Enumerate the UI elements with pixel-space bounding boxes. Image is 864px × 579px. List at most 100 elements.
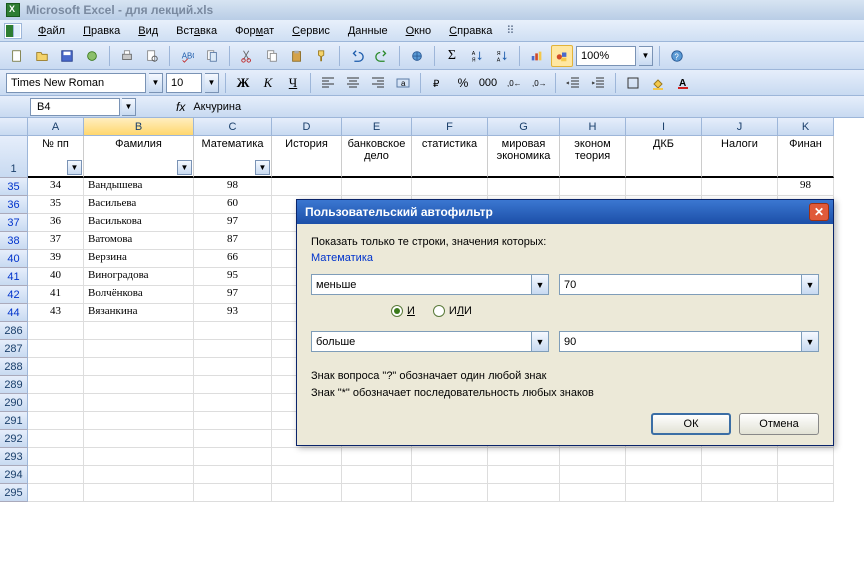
borders-button[interactable] [622,73,644,93]
cell[interactable] [28,376,84,394]
cell[interactable] [272,484,342,502]
condition2-value-input[interactable]: 90▼ [559,331,819,352]
increase-decimal-button[interactable]: ,0← [502,73,524,93]
cell[interactable]: Ватомова [84,232,194,250]
filter-button-C[interactable]: ▼ [255,160,270,175]
currency-button[interactable]: ₽ [427,73,449,93]
cell[interactable] [626,466,702,484]
cell[interactable] [194,394,272,412]
cell[interactable] [84,358,194,376]
cell[interactable] [28,430,84,448]
cell[interactable] [488,466,560,484]
comma-button[interactable]: 000 [477,73,499,93]
row-header[interactable]: 286 [0,322,28,340]
row-header[interactable]: 36 [0,196,28,214]
menu-view[interactable]: Вид [130,23,166,39]
zoom-input[interactable]: 100% [576,46,636,66]
row-header[interactable]: 291 [0,412,28,430]
cell[interactable]: 36 [28,214,84,232]
dialog-titlebar[interactable]: Пользовательский автофильтр ✕ [297,200,833,224]
col-header-J[interactable]: J [702,118,778,136]
select-all-corner[interactable] [0,118,28,136]
cell[interactable] [28,412,84,430]
header-cell-matematika[interactable]: Математика▼ [194,136,272,178]
cell[interactable] [560,448,626,466]
condition1-value-input[interactable]: 70▼ [559,274,819,295]
header-cell-finan[interactable]: Финан [778,136,834,178]
cell[interactable]: 98 [778,178,834,196]
menu-file[interactable]: Файл [30,23,73,39]
format-painter-button[interactable] [311,45,333,67]
name-box-dropdown[interactable]: ▼ [122,98,136,116]
col-header-E[interactable]: E [342,118,412,136]
cell[interactable] [702,178,778,196]
header-cell-mirovaya[interactable]: мировая экономика [488,136,560,178]
row-header[interactable]: 38 [0,232,28,250]
cell[interactable] [84,376,194,394]
merge-center-button[interactable]: a [392,73,414,93]
cell[interactable]: 43 [28,304,84,322]
header-cell-bankovsk[interactable]: банковское дело [342,136,412,178]
cell[interactable] [84,340,194,358]
align-right-button[interactable] [367,73,389,93]
row-header[interactable]: 40 [0,250,28,268]
menu-insert[interactable]: Вставка [168,23,225,39]
cell[interactable]: 40 [28,268,84,286]
row-header[interactable]: 288 [0,358,28,376]
save-button[interactable] [56,45,78,67]
menu-data[interactable]: Данные [340,23,396,39]
ok-button[interactable]: ОК [651,413,731,435]
permission-button[interactable] [81,45,103,67]
cell[interactable] [84,412,194,430]
align-center-button[interactable] [342,73,364,93]
cell[interactable]: Васильева [84,196,194,214]
cell[interactable]: 39 [28,250,84,268]
header-cell-familia[interactable]: Фамилия▼ [84,136,194,178]
fill-color-button[interactable] [647,73,669,93]
cell[interactable]: Вандышева [84,178,194,196]
align-left-button[interactable] [317,73,339,93]
print-preview-button[interactable] [141,45,163,67]
cell[interactable]: 98 [194,178,272,196]
help-button[interactable]: ? [666,45,688,67]
col-header-G[interactable]: G [488,118,560,136]
cell[interactable] [778,448,834,466]
percent-button[interactable]: % [452,73,474,93]
research-button[interactable] [201,45,223,67]
cell[interactable] [626,448,702,466]
row-header[interactable]: 294 [0,466,28,484]
font-size-dropdown[interactable]: ▼ [205,73,219,93]
open-button[interactable] [31,45,53,67]
bold-button[interactable]: Ж [232,73,254,93]
cell[interactable]: 37 [28,232,84,250]
row-header[interactable]: 44 [0,304,28,322]
cancel-button[interactable]: Отмена [739,413,819,435]
autosum-button[interactable]: Σ [441,45,463,67]
row-header[interactable]: 41 [0,268,28,286]
cell[interactable] [28,358,84,376]
cell[interactable] [84,484,194,502]
row-header[interactable]: 37 [0,214,28,232]
zoom-dropdown[interactable]: ▼ [639,46,653,66]
row-header[interactable]: 289 [0,376,28,394]
cell[interactable]: 95 [194,268,272,286]
name-box[interactable]: B4 [30,98,120,116]
col-header-F[interactable]: F [412,118,488,136]
cell[interactable] [412,484,488,502]
font-name-dropdown[interactable]: ▼ [149,73,163,93]
underline-button[interactable]: Ч [282,73,304,93]
row-header[interactable]: 292 [0,430,28,448]
cell[interactable] [84,430,194,448]
cell[interactable]: Верзина [84,250,194,268]
menu-help[interactable]: Справка [441,23,500,39]
cell[interactable] [778,466,834,484]
cell[interactable] [28,466,84,484]
cell[interactable] [194,376,272,394]
cell[interactable] [488,448,560,466]
redo-button[interactable] [371,45,393,67]
font-name-combo[interactable]: Times New Roman [6,73,146,93]
font-size-combo[interactable]: 10 [166,73,202,93]
condition1-operator-select[interactable]: меньше▼ [311,274,549,295]
cell[interactable] [702,466,778,484]
cell[interactable] [342,484,412,502]
